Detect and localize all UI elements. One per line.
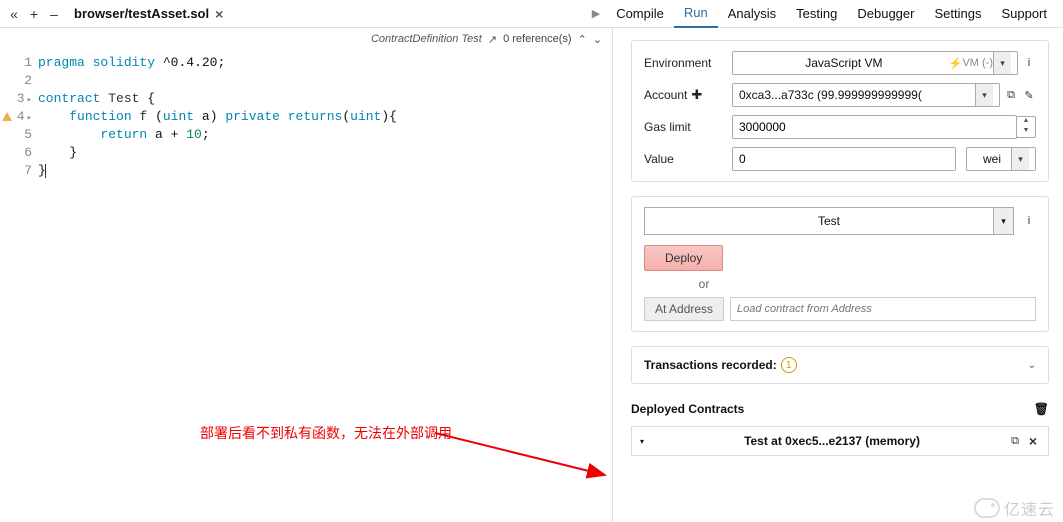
top-nav: ▶ Compile Run Analysis Testing Debugger … <box>586 0 1057 28</box>
watermark-logo-icon <box>974 498 1000 518</box>
code-body[interactable]: pragma solidity ^0.4.20; contract Test {… <box>38 54 612 180</box>
at-address-button[interactable]: At Address <box>644 297 724 321</box>
annotation-text: 部署后看不到私有函数，无法在外部调用 <box>200 423 452 443</box>
nav-debugger[interactable]: Debugger <box>847 0 924 27</box>
run-config: Environment JavaScript VM ⚡ VM (-) ▾ i A… <box>631 40 1049 182</box>
references-count: 0 reference(s) <box>503 33 571 45</box>
nav-testing[interactable]: Testing <box>786 0 847 27</box>
close-tab-icon[interactable]: × <box>215 6 223 22</box>
code-editor[interactable]: 1 2 3 4 5 6 7 pragma solidity ^0.4.20; c… <box>0 50 612 180</box>
value-label: Value <box>644 152 732 166</box>
tx-count-badge: 1 <box>781 357 797 373</box>
account-select[interactable]: 0xca3...a733c (99.999999999999( ▾ <box>732 83 1000 107</box>
tx-recorded-label: Transactions recorded: <box>644 358 777 372</box>
nav-compile[interactable]: Compile <box>606 0 674 27</box>
trash-icon[interactable]: 🗑 <box>1034 402 1049 416</box>
context-label: ContractDefinition Test <box>371 33 482 45</box>
chevron-down-icon[interactable]: ▾ <box>993 208 1013 234</box>
account-label: Account <box>644 88 687 102</box>
top-bar: « + – browser/testAsset.sol × ▶ Compile … <box>0 0 1063 28</box>
run-panel: Environment JavaScript VM ⚡ VM (-) ▾ i A… <box>613 28 1063 522</box>
close-instance-icon[interactable]: × <box>1026 433 1040 449</box>
editor-context-bar: ContractDefinition Test ↗ 0 reference(s)… <box>0 28 612 50</box>
env-value: JavaScript VM <box>739 56 949 70</box>
plus-icon[interactable]: + <box>26 6 42 22</box>
nav-settings[interactable]: Settings <box>924 0 991 27</box>
chevron-down-icon[interactable]: ⌄ <box>1028 360 1036 371</box>
or-label: or <box>684 277 724 291</box>
info-icon[interactable]: i <box>1022 215 1036 227</box>
nav-scroll-left-icon[interactable]: ▶ <box>586 7 606 20</box>
plug-icon: ⚡ <box>949 57 963 70</box>
gaslimit-input[interactable] <box>732 115 1017 139</box>
contract-selected: Test <box>818 214 840 228</box>
info-icon[interactable]: i <box>1022 57 1036 69</box>
contract-select[interactable]: Test ▾ <box>644 207 1014 235</box>
line-gutter: 1 2 3 4 5 6 7 <box>0 54 38 180</box>
tx-recorded-section[interactable]: Transactions recorded: 1 ⌄ <box>631 346 1049 384</box>
nav-up-icon[interactable]: ⌃ <box>578 33 587 46</box>
chevron-down-icon[interactable]: ▾ <box>1011 148 1029 170</box>
file-tab[interactable]: browser/testAsset.sol × <box>74 6 223 22</box>
nav-down-icon[interactable]: ⌄ <box>593 33 602 46</box>
expand-instance-icon[interactable]: ▾ <box>640 437 644 446</box>
chevron-down-icon[interactable]: ▾ <box>993 52 1011 74</box>
value-input[interactable] <box>732 147 956 171</box>
edit-icon[interactable]: ✎ <box>1022 89 1036 102</box>
at-address-input[interactable] <box>730 297 1036 321</box>
deploy-button[interactable]: Deploy <box>644 245 723 271</box>
contract-instance: ▾ Test at 0xec5...e2137 (memory) ⧉ × <box>631 426 1049 456</box>
env-select[interactable]: JavaScript VM ⚡ VM (-) ▾ <box>732 51 1018 75</box>
copy-icon[interactable]: ⧉ <box>1008 435 1022 448</box>
value-unit: wei <box>973 152 1011 166</box>
collapse-left-icon[interactable]: « <box>6 6 22 22</box>
copy-icon[interactable]: ⧉ <box>1004 89 1018 102</box>
gaslimit-label: Gas limit <box>644 120 732 134</box>
chevron-down-icon[interactable]: ▾ <box>975 84 993 106</box>
nav-run[interactable]: Run <box>674 0 718 28</box>
file-tab-label: browser/testAsset.sol <box>74 6 209 21</box>
deployed-header: Deployed Contracts <box>631 402 744 416</box>
minus-icon[interactable]: – <box>46 6 62 22</box>
instance-label: Test at 0xec5...e2137 (memory) <box>660 434 1004 448</box>
external-link-icon[interactable]: ↗ <box>488 33 497 46</box>
watermark-text: 亿速云 <box>1004 496 1055 520</box>
add-account-icon[interactable]: ✚ <box>691 87 702 103</box>
top-left-controls: « + – browser/testAsset.sol × <box>6 6 223 22</box>
nav-support[interactable]: Support <box>991 0 1057 27</box>
value-unit-select[interactable]: wei ▾ <box>966 147 1036 171</box>
gaslimit-stepper[interactable]: ▲▼ <box>1016 116 1036 138</box>
deploy-section: Test ▾ i Deploy or At Address <box>631 196 1049 332</box>
env-suffix: VM (-) <box>962 57 993 69</box>
deployed-contracts-section: Deployed Contracts 🗑 ▾ Test at 0xec5...e… <box>631 398 1049 464</box>
annotation-arrow-icon <box>435 423 615 493</box>
nav-analysis[interactable]: Analysis <box>718 0 786 27</box>
editor-pane: ContractDefinition Test ↗ 0 reference(s)… <box>0 28 613 522</box>
account-value: 0xca3...a733c (99.999999999999( <box>739 88 922 102</box>
watermark: 亿速云 <box>974 496 1055 520</box>
env-label: Environment <box>644 56 732 70</box>
